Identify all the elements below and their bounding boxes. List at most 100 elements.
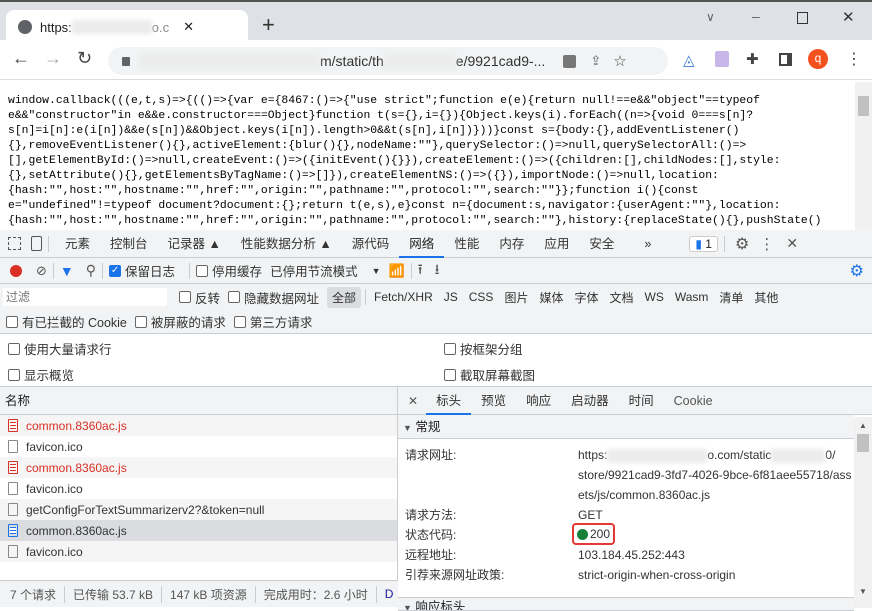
- column-header-name[interactable]: 名称: [0, 387, 397, 415]
- browser-tab[interactable]: https: o.c ✕: [6, 10, 248, 44]
- extensions-puzzle-icon[interactable]: ✚: [746, 50, 759, 68]
- third-party-checkbox[interactable]: 第三方请求: [233, 312, 312, 331]
- tab-initiator[interactable]: 启动器: [561, 387, 619, 415]
- tab-performance[interactable]: 性能: [444, 230, 489, 258]
- devtools-menu-icon[interactable]: ⋮: [759, 235, 774, 253]
- label: 已停用节流模式: [270, 265, 358, 279]
- extension-icon-2[interactable]: [715, 51, 729, 67]
- request-count: 7 个请求: [10, 585, 66, 603]
- close-devtools-icon[interactable]: ✕: [786, 235, 798, 252]
- show-overview-checkbox[interactable]: 显示概览: [8, 365, 74, 384]
- inspect-element-icon[interactable]: [8, 237, 21, 250]
- transferred-size: 已传输 53.7 kB: [73, 585, 163, 603]
- tab-application[interactable]: 应用: [534, 230, 579, 258]
- tab-console[interactable]: 控制台: [100, 230, 158, 258]
- device-toggle-icon[interactable]: [31, 236, 42, 251]
- type-filter-4[interactable]: 图片: [499, 287, 533, 308]
- general-section-header[interactable]: ▼ 常规: [398, 415, 854, 439]
- tab-strip: https: o.c ✕ + ∨ – ✕: [0, 0, 872, 44]
- request-row[interactable]: common.8360ac.js: [0, 520, 397, 541]
- tab-elements[interactable]: 元素: [55, 230, 100, 258]
- tab-recorder[interactable]: 记录器 ▲: [158, 230, 231, 258]
- type-filter-7[interactable]: 文档: [604, 287, 638, 308]
- type-filter-9[interactable]: Wasm: [670, 288, 714, 306]
- reload-icon[interactable]: ↻: [77, 48, 92, 69]
- response-headers-section[interactable]: ▼ 响应标头: [398, 597, 854, 611]
- filter-input[interactable]: [3, 288, 167, 306]
- tab-timing[interactable]: 时间: [619, 387, 664, 415]
- clear-icon[interactable]: ⊘: [36, 263, 47, 279]
- network-toolbar: ⊘ ▼ ⚲ ✓ 保留日志 停用缓存 已停用节流模式 ▼ 📶 ⭱ ⭳ ⚙: [0, 258, 872, 284]
- menu-kebab-icon[interactable]: ⋮: [846, 49, 862, 69]
- type-filter-3[interactable]: CSS: [464, 288, 499, 306]
- filter-icon[interactable]: ▼: [60, 263, 74, 279]
- redacted: [771, 448, 826, 463]
- tab-cookies[interactable]: Cookie: [664, 387, 723, 415]
- back-icon[interactable]: ←: [12, 48, 30, 69]
- disable-cache-checkbox[interactable]: 停用缓存: [196, 261, 262, 280]
- tab-sources[interactable]: 源代码: [342, 230, 400, 258]
- tab-network[interactable]: 网络: [399, 230, 445, 258]
- issues-count: 1: [705, 236, 712, 251]
- redacted: [71, 20, 152, 34]
- type-filter-1[interactable]: Fetch/XHR: [369, 288, 438, 306]
- capture-screenshots-checkbox[interactable]: 截取屏幕截图: [444, 365, 535, 384]
- tab-security[interactable]: 安全: [579, 230, 624, 258]
- blocked-requests-checkbox[interactable]: 被屏蔽的请求: [134, 312, 226, 331]
- maximize-icon[interactable]: [797, 12, 808, 24]
- tab-performance-insights[interactable]: 性能数据分析 ▲: [231, 230, 342, 258]
- forward-icon[interactable]: →: [44, 48, 62, 69]
- settings-gear-icon[interactable]: ⚙: [735, 234, 749, 254]
- detail-scrollbar[interactable]: ▲ ▼: [854, 417, 872, 608]
- invert-checkbox[interactable]: 反转: [179, 288, 220, 307]
- export-har-icon[interactable]: ⭳: [435, 259, 440, 283]
- translate-icon[interactable]: [563, 54, 577, 68]
- close-tab-icon[interactable]: ✕: [183, 19, 194, 35]
- close-window-icon[interactable]: ✕: [842, 8, 855, 26]
- close-detail-icon[interactable]: ✕: [408, 394, 418, 408]
- more-tabs-button[interactable]: »: [634, 230, 661, 258]
- address-bar[interactable]: m/static/th e/9921cad9-... ⇪ ☆: [108, 47, 668, 75]
- request-row[interactable]: common.8360ac.js: [0, 415, 397, 436]
- tab-search-icon[interactable]: ∨: [706, 10, 715, 24]
- request-row[interactable]: favicon.ico: [0, 436, 397, 457]
- request-row[interactable]: common.8360ac.js: [0, 457, 397, 478]
- profile-avatar[interactable]: q: [808, 49, 828, 69]
- request-name: favicon.ico: [26, 481, 83, 496]
- share-icon[interactable]: ⇪: [590, 53, 601, 69]
- url-part: store/9921cad9-3fd7-4026-9bce-6f81aee557…: [578, 468, 852, 482]
- import-har-icon[interactable]: ⭱: [418, 259, 423, 283]
- page-scrollbar[interactable]: [855, 82, 872, 230]
- throttling-select[interactable]: 已停用节流模式 ▼: [270, 261, 380, 280]
- tab-headers[interactable]: 标头: [426, 387, 472, 415]
- type-filter-5[interactable]: 媒体: [534, 287, 568, 308]
- new-tab-button[interactable]: +: [262, 12, 275, 38]
- type-filter-0[interactable]: 全部: [327, 286, 362, 308]
- preserve-log-checkbox[interactable]: ✓ 保留日志: [109, 261, 175, 280]
- blocked-cookies-checkbox[interactable]: 有已拦截的 Cookie: [6, 312, 127, 331]
- hide-data-urls-checkbox[interactable]: 隐藏数据网址: [228, 288, 319, 307]
- tab-memory[interactable]: 内存: [489, 230, 534, 258]
- tab-response[interactable]: 响应: [516, 387, 561, 415]
- request-row[interactable]: favicon.ico: [0, 478, 397, 499]
- issues-badge[interactable]: ▮ 1: [689, 235, 718, 252]
- type-filter-6[interactable]: 字体: [569, 287, 603, 308]
- record-button[interactable]: [10, 264, 22, 277]
- network-settings-icon[interactable]: ⚙: [850, 261, 864, 281]
- minimize-icon[interactable]: –: [752, 8, 760, 24]
- request-row[interactable]: getConfigForTextSummarizerv2?&token=null: [0, 499, 397, 520]
- search-icon[interactable]: ⚲: [86, 262, 96, 279]
- request-name: favicon.ico: [26, 544, 83, 559]
- tab-preview[interactable]: 预览: [471, 387, 516, 415]
- type-filter-2[interactable]: JS: [439, 288, 463, 306]
- extension-icon[interactable]: ◬: [683, 51, 695, 69]
- group-by-frame-checkbox[interactable]: 按框架分组: [444, 339, 523, 358]
- bookmark-star-icon[interactable]: ☆: [613, 52, 626, 70]
- big-request-rows-checkbox[interactable]: 使用大量请求行: [8, 339, 112, 358]
- type-filter-11[interactable]: 其他: [749, 287, 783, 308]
- side-panel-icon[interactable]: [779, 53, 792, 66]
- request-row[interactable]: favicon.ico: [0, 541, 397, 562]
- type-filter-10[interactable]: 清单: [714, 287, 748, 308]
- type-filter-8[interactable]: WS: [640, 288, 669, 306]
- network-conditions-icon[interactable]: 📶: [389, 263, 405, 279]
